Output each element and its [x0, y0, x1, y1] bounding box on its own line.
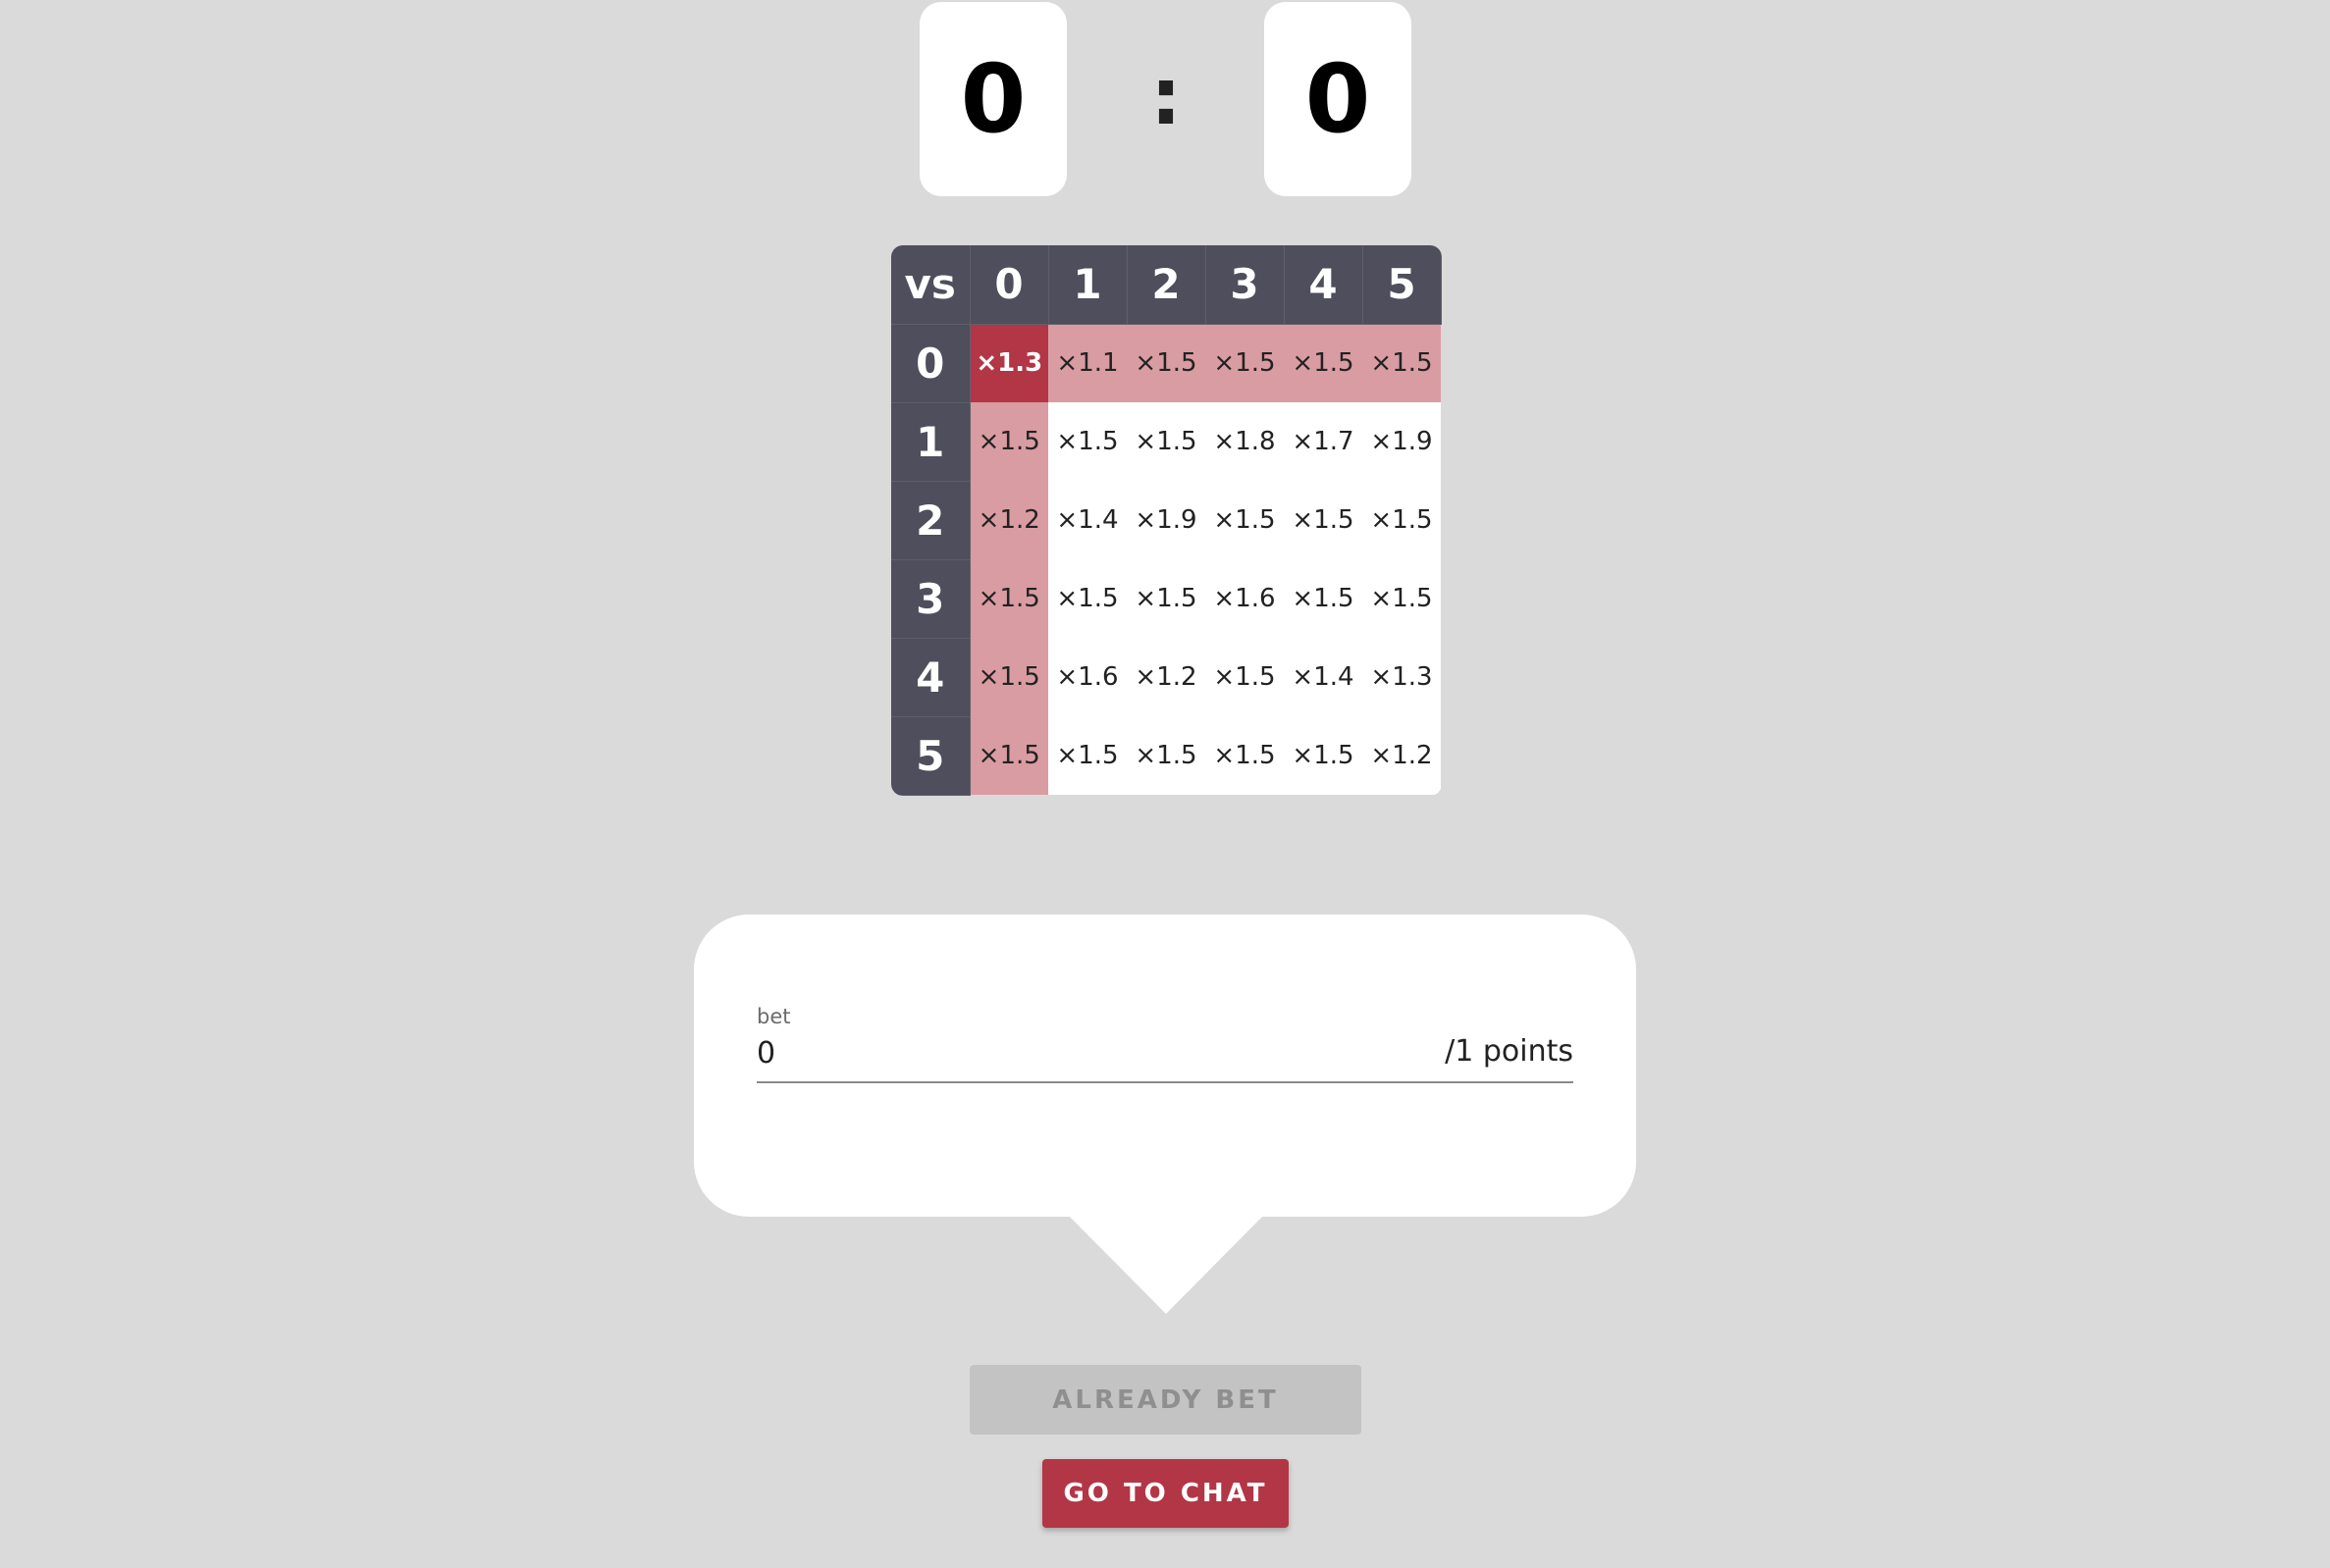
odds-cell[interactable]: ×1.7 [1284, 402, 1362, 481]
odds-cell[interactable]: ×1.4 [1048, 481, 1127, 559]
odds-cell[interactable]: ×1.5 [1284, 324, 1362, 402]
odds-cell[interactable]: ×1.6 [1205, 559, 1284, 638]
odds-cell[interactable]: ×1.4 [1284, 638, 1362, 716]
bet-panel-pointer [1068, 1215, 1264, 1314]
odds-cell[interactable]: ×1.8 [1205, 402, 1284, 481]
odds-row: 1 ×1.5 ×1.5 ×1.5 ×1.8 ×1.7 ×1.9 [891, 402, 1441, 482]
odds-row-header: 3 [891, 559, 971, 639]
odds-cell[interactable]: ×1.5 [1205, 481, 1284, 559]
odds-row: 2 ×1.2 ×1.4 ×1.9 ×1.5 ×1.5 ×1.5 [891, 481, 1441, 560]
odds-cell[interactable]: ×1.1 [1048, 324, 1127, 402]
odds-cell[interactable]: ×1.5 [1362, 324, 1441, 402]
odds-cell[interactable]: ×1.2 [970, 481, 1048, 559]
odds-row: 4 ×1.5 ×1.6 ×1.2 ×1.5 ×1.4 ×1.3 [891, 638, 1441, 717]
odds-cell-selected[interactable]: ×1.3 [970, 324, 1048, 402]
odds-cell[interactable]: ×1.5 [1362, 559, 1441, 638]
odds-cell[interactable]: ×1.9 [1362, 402, 1441, 481]
odds-col-header: 0 [970, 245, 1049, 325]
odds-row-header: 4 [891, 638, 971, 717]
odds-cell[interactable]: ×1.9 [1127, 481, 1205, 559]
odds-cell[interactable]: ×1.5 [970, 402, 1048, 481]
odds-cell[interactable]: ×1.5 [1284, 481, 1362, 559]
odds-row: 5 ×1.5 ×1.5 ×1.5 ×1.5 ×1.5 ×1.2 [891, 716, 1441, 796]
odds-row-header: 5 [891, 716, 971, 796]
odds-cell[interactable]: ×1.5 [1048, 402, 1127, 481]
odds-row-header: 2 [891, 481, 971, 560]
score-separator: : [1150, 50, 1182, 142]
bet-label: bet [757, 1005, 791, 1028]
odds-col-header: 3 [1205, 245, 1285, 325]
odds-row: 3 ×1.5 ×1.5 ×1.5 ×1.6 ×1.5 ×1.5 [891, 559, 1441, 639]
odds-cell[interactable]: ×1.5 [1127, 402, 1205, 481]
odds-cell[interactable]: ×1.2 [1362, 716, 1441, 795]
odds-cell[interactable]: ×1.3 [1362, 638, 1441, 716]
bet-panel: bet /1 points [694, 915, 1636, 1217]
odds-cell[interactable]: ×1.5 [1362, 481, 1441, 559]
odds-table: vs 0 1 2 3 4 5 0 ×1.3 ×1.1 ×1.5 ×1.5 ×1.… [891, 245, 1442, 796]
odds-cell[interactable]: ×1.5 [1127, 716, 1205, 795]
bet-points-suffix: /1 points [1445, 1034, 1573, 1069]
odds-row-header: 1 [891, 402, 971, 482]
score-right: 0 [1264, 2, 1411, 196]
odds-cell[interactable]: ×1.5 [970, 716, 1048, 795]
odds-header-row: vs 0 1 2 3 4 5 [891, 245, 1442, 325]
score-left: 0 [920, 2, 1067, 196]
odds-cell[interactable]: ×1.2 [1127, 638, 1205, 716]
odds-col-header: 5 [1362, 245, 1442, 325]
odds-row: 0 ×1.3 ×1.1 ×1.5 ×1.5 ×1.5 ×1.5 [891, 324, 1441, 403]
odds-cell[interactable]: ×1.5 [1127, 324, 1205, 402]
already-bet-button[interactable]: ALREADY BET [970, 1365, 1361, 1435]
odds-cell[interactable]: ×1.5 [1284, 559, 1362, 638]
odds-cell[interactable]: ×1.5 [1205, 638, 1284, 716]
odds-cell[interactable]: ×1.5 [1127, 559, 1205, 638]
odds-col-header: 1 [1048, 245, 1128, 325]
odds-cell[interactable]: ×1.6 [1048, 638, 1127, 716]
odds-cell[interactable]: ×1.5 [1048, 559, 1127, 638]
odds-col-header: 2 [1127, 245, 1206, 325]
odds-cell[interactable]: ×1.5 [1284, 716, 1362, 795]
odds-cell[interactable]: ×1.5 [1205, 324, 1284, 402]
odds-cell[interactable]: ×1.5 [970, 638, 1048, 716]
odds-col-header: 4 [1284, 245, 1363, 325]
odds-cell[interactable]: ×1.5 [1205, 716, 1284, 795]
go-to-chat-button[interactable]: GO TO CHAT [1042, 1459, 1289, 1528]
odds-row-header: 0 [891, 324, 971, 403]
odds-cell[interactable]: ×1.5 [970, 559, 1048, 638]
odds-cell[interactable]: ×1.5 [1048, 716, 1127, 795]
odds-corner: vs [891, 245, 971, 325]
